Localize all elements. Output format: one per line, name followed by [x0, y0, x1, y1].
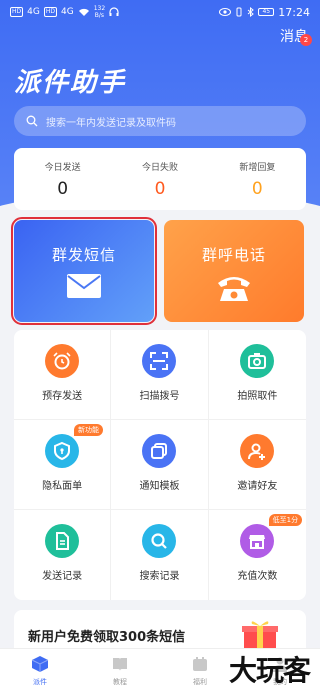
grid-item-notice-template[interactable]: 通知模板 — [111, 420, 209, 510]
stat-label: 新增回复 — [239, 163, 276, 173]
search-icon — [26, 115, 38, 127]
cube-icon — [31, 656, 49, 672]
tab-label: 教程 — [113, 678, 127, 686]
alarm-clock-icon — [45, 344, 80, 378]
grid-item-label: 充值次数 — [237, 571, 278, 582]
search-placeholder: 搜索一年内发送记录及取件码 — [46, 117, 176, 129]
stat-value: 0 — [251, 179, 263, 199]
wifi-icon — [78, 8, 89, 16]
stat-label: 今日发送 — [44, 163, 81, 173]
network-speed: 132 B/s — [93, 5, 106, 19]
new-feature-badge: 新功能 — [74, 424, 103, 436]
grid-item-label: 搜索记录 — [139, 571, 180, 582]
grid-item-label: 发送记录 — [42, 571, 83, 582]
grid-item-label: 扫描拨号 — [139, 391, 180, 402]
stat-value: 0 — [154, 179, 166, 199]
grid-item-label: 预存发送 — [42, 391, 83, 402]
stat-today-sent[interactable]: 今日发送 0 — [14, 148, 111, 210]
tab-label: 福利 — [193, 678, 207, 686]
calendar-icon — [193, 657, 207, 671]
grid-item-label: 邀请好友 — [237, 481, 278, 492]
scan-icon — [142, 344, 177, 378]
gift-icon — [242, 621, 278, 650]
battery-indicator: 45 — [258, 8, 275, 16]
tab-tutorial[interactable]: 教程 — [80, 649, 160, 693]
search-input[interactable]: 搜索一年内发送记录及取件码 — [14, 106, 306, 136]
eye-icon — [219, 8, 232, 16]
page-title: 派件助手 — [14, 68, 127, 98]
grid-item-search-records[interactable]: 搜索记录 — [111, 510, 209, 600]
grid-item-recharge[interactable]: 充值次数 低至1分 — [209, 510, 306, 600]
tab-dispatch[interactable]: 派件 — [0, 649, 80, 693]
grid-item-privacy-waybill[interactable]: 隐私面单 新功能 — [14, 420, 112, 510]
message-count-badge: 2 — [300, 34, 312, 46]
grid-item-send-records[interactable]: 发送记录 — [14, 510, 112, 600]
telephone-icon — [218, 277, 250, 301]
stat-today-failed[interactable]: 今日失败 0 — [111, 148, 208, 210]
camera-icon — [240, 344, 275, 378]
bulk-sms-button[interactable]: 群发短信 — [11, 217, 157, 325]
add-user-icon — [240, 434, 275, 468]
shield-icon — [45, 434, 80, 468]
stat-new-replies[interactable]: 新增回复 0 — [209, 148, 306, 210]
network-4g-2: 4G — [60, 7, 74, 17]
shop-icon — [240, 524, 275, 558]
envelope-icon — [67, 274, 101, 298]
clock: 17:24 — [278, 5, 310, 19]
bulk-call-label: 群呼电话 — [201, 246, 266, 264]
grid-item-scan-dial[interactable]: 扫描拨号 — [111, 330, 209, 420]
grid-item-label: 拍照取件 — [237, 391, 278, 402]
document-icon — [45, 524, 80, 558]
watermark: 大玩客 — [228, 654, 311, 687]
promo-price-badge: 低至1分 — [268, 514, 303, 526]
bulk-sms-label: 群发短信 — [51, 246, 116, 264]
bluetooth-icon — [247, 7, 255, 17]
stats-panel: 今日发送 0 今日失败 0 新增回复 0 — [14, 148, 306, 210]
bulk-call-button[interactable]: 群呼电话 — [164, 220, 304, 322]
book-icon — [113, 658, 127, 671]
vibrate-icon — [236, 7, 242, 17]
grid-item-scheduled-send[interactable]: 预存发送 — [14, 330, 112, 420]
grid-item-label: 隐私面单 — [42, 481, 83, 492]
grid-item-label: 通知模板 — [139, 481, 180, 492]
grid-item-photo-pickup[interactable]: 拍照取件 — [208, 330, 306, 420]
grid-item-invite-friends[interactable]: 邀请好友 — [208, 420, 306, 510]
template-icon — [142, 434, 177, 468]
stat-label: 今日失败 — [141, 163, 178, 173]
new-user-promo-banner[interactable]: 新用户免费领取300条短信 — [14, 610, 306, 650]
stat-value: 0 — [57, 179, 69, 199]
feature-grid: 预存发送 扫描拨号 拍照取件 隐私面单 新功能 通知模板 邀请好友 发送记录 搜… — [14, 330, 306, 600]
search-icon — [142, 524, 177, 558]
headset-icon — [109, 7, 119, 16]
promo-text: 新用户免费领取300条短信 — [28, 630, 186, 645]
network-4g-1: 4G — [27, 7, 40, 17]
status-bar: HD 4G HD 4G 132 B/s 45 17:24 — [0, 0, 320, 24]
network-hd-1: HD — [10, 7, 24, 17]
tab-label: 派件 — [33, 678, 47, 686]
network-hd-2: HD — [43, 7, 57, 17]
